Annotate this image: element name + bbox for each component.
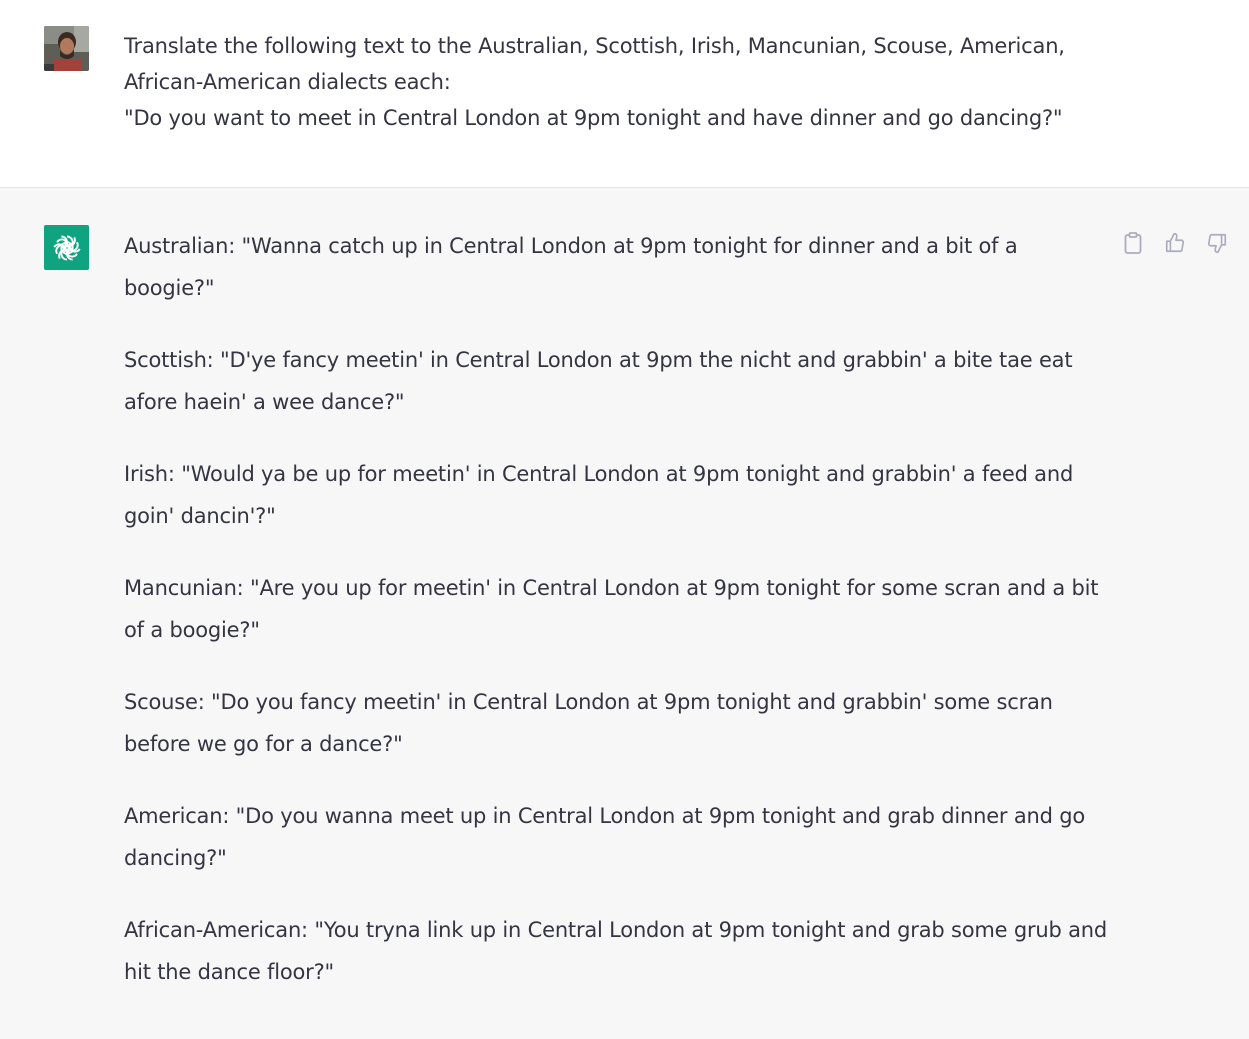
user-message-text: Translate the following text to the Aust… — [124, 28, 1124, 136]
dialect-mancunian: Mancunian: "Are you up for meetin' in Ce… — [124, 576, 1099, 642]
thumbs-down-icon — [1207, 233, 1227, 253]
thumbs-up-button[interactable] — [1164, 230, 1186, 256]
user-message-line: "Do you want to meet in Central London a… — [124, 106, 1063, 130]
copy-button[interactable] — [1122, 230, 1144, 256]
chat-page: Translate the following text to the Aust… — [0, 0, 1249, 1039]
dialect-african-american: African-American: "You tryna link up in … — [124, 918, 1108, 984]
dialect-scottish: Scottish: "D'ye fancy meetin' in Central… — [124, 348, 1073, 414]
dialect-irish: Irish: "Would ya be up for meetin' in Ce… — [124, 462, 1074, 528]
openai-logo-icon — [52, 235, 81, 260]
assistant-message-text: Australian: "Wanna catch up in Central L… — [124, 225, 1114, 1023]
thumbs-down-button[interactable] — [1206, 230, 1228, 256]
user-photo-avatar-icon — [44, 26, 89, 71]
user-message-line: Translate the following text to the Aust… — [124, 34, 1065, 58]
user-avatar — [44, 26, 89, 71]
thumbs-up-icon — [1165, 233, 1185, 253]
clipboard-icon — [1124, 232, 1142, 254]
user-message: Translate the following text to the Aust… — [0, 0, 1249, 188]
dialect-scouse: Scouse: "Do you fancy meetin' in Central… — [124, 690, 1053, 756]
user-message-line: African-American dialects each: — [124, 70, 451, 94]
assistant-avatar — [44, 225, 89, 270]
dialect-american: American: "Do you wanna meet up in Centr… — [124, 804, 1086, 870]
dialect-australian: Australian: "Wanna catch up in Central L… — [124, 234, 1018, 300]
assistant-message: Australian: "Wanna catch up in Central L… — [0, 188, 1249, 1039]
message-actions — [1122, 230, 1228, 256]
